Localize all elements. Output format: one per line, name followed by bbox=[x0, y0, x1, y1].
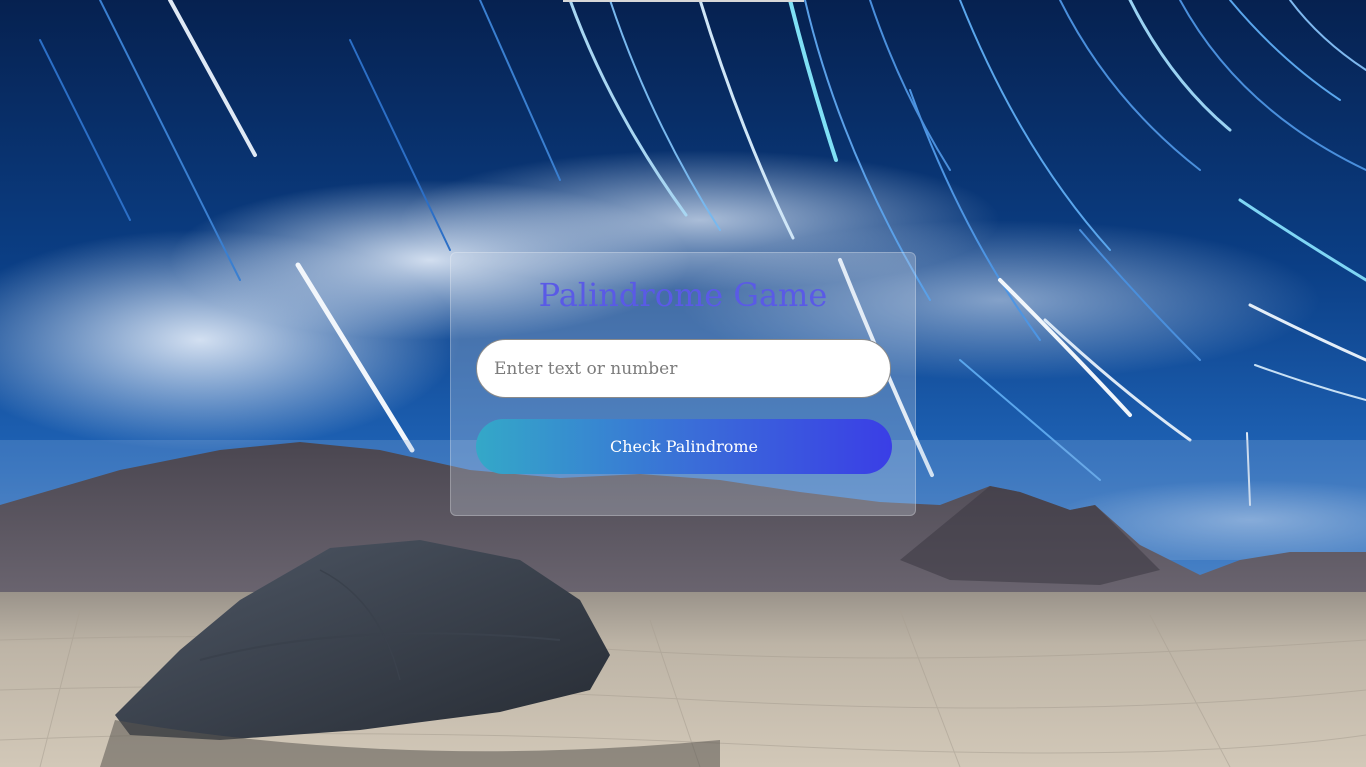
page-title: Palindrome Game bbox=[538, 276, 828, 314]
check-palindrome-button[interactable]: Check Palindrome bbox=[476, 419, 892, 474]
top-edge-bar bbox=[563, 0, 804, 2]
palindrome-card: Palindrome Game Check Palindrome bbox=[450, 252, 916, 516]
text-input[interactable] bbox=[476, 339, 891, 398]
